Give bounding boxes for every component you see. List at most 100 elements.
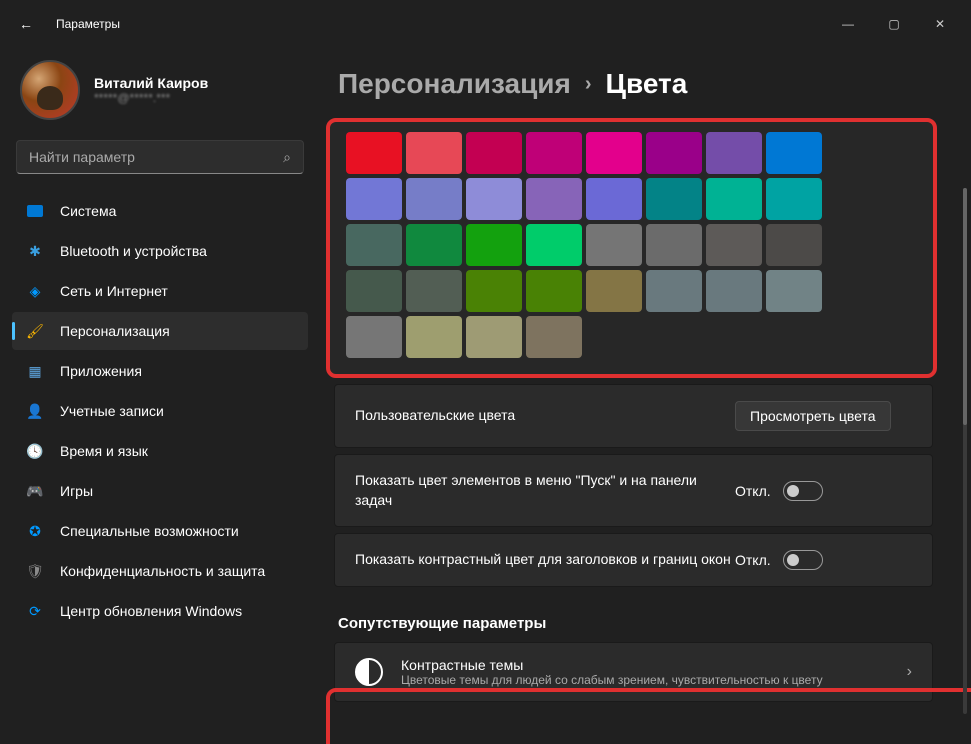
color-swatch[interactable] (406, 178, 462, 220)
color-swatch[interactable] (466, 224, 522, 266)
accessibility-icon: ✪ (26, 522, 44, 540)
search-box[interactable]: ⌕ (16, 140, 304, 174)
color-swatch[interactable] (406, 270, 462, 312)
chevron-right-icon: › (907, 663, 912, 681)
person-icon: 👤 (26, 402, 44, 420)
color-swatch[interactable] (706, 132, 762, 174)
toggle-state: Откл. (735, 483, 771, 499)
show-accent-start-row: Показать цвет элементов в меню "Пуск" и … (334, 454, 933, 527)
nav-item-privacy[interactable]: 🛡Конфиденциальность и защита (12, 552, 308, 590)
nav-label: Приложения (60, 363, 142, 379)
color-swatch[interactable] (586, 270, 642, 312)
nav-item-update[interactable]: ⟳Центр обновления Windows (12, 592, 308, 630)
bluetooth-icon: ✱ (26, 242, 44, 260)
window-title: Параметры (56, 17, 120, 31)
nav-item-personalization[interactable]: 🖌Персонализация (12, 312, 308, 350)
color-swatch[interactable] (346, 224, 402, 266)
color-swatch[interactable] (706, 270, 762, 312)
gamepad-icon: 🎮 (26, 482, 44, 500)
color-swatch[interactable] (586, 224, 642, 266)
color-swatch[interactable] (526, 224, 582, 266)
color-swatch[interactable] (466, 316, 522, 358)
custom-colors-row: Пользовательские цвета Просмотреть цвета (334, 384, 933, 448)
color-swatch[interactable] (766, 224, 822, 266)
nav-item-gaming[interactable]: 🎮 Игры (12, 472, 308, 510)
setting-label: Показать контрастный цвет для заголовков… (355, 550, 735, 570)
search-input[interactable] (29, 149, 283, 165)
color-swatch[interactable] (406, 224, 462, 266)
color-swatch[interactable] (646, 178, 702, 220)
nav-label: Сеть и Интернет (60, 283, 168, 299)
color-swatch[interactable] (346, 270, 402, 312)
search-icon: ⌕ (283, 149, 291, 166)
brush-icon: 🖌 (26, 322, 44, 340)
color-swatch[interactable] (346, 316, 402, 358)
profile[interactable]: Виталий Каиров *****@*****.*** (12, 48, 308, 140)
color-swatch[interactable] (706, 178, 762, 220)
nav-label: Специальные возможности (60, 523, 239, 539)
color-swatch[interactable] (646, 224, 702, 266)
related-heading: Сопутствующие параметры (338, 615, 947, 632)
color-swatch[interactable] (766, 178, 822, 220)
color-swatch[interactable] (406, 316, 462, 358)
nav-label: Время и язык (60, 443, 148, 459)
nav-item-bluetooth[interactable]: ✱ Bluetooth и устройства (12, 232, 308, 270)
color-swatch[interactable] (526, 270, 582, 312)
color-swatch[interactable] (766, 270, 822, 312)
contrast-themes-row[interactable]: Контрастные темы Цветовые темы для людей… (334, 642, 933, 702)
accent-color-grid (326, 118, 937, 378)
toggle-switch[interactable] (783, 481, 823, 501)
nav-item-network[interactable]: ◈ Сеть и Интернет (12, 272, 308, 310)
color-swatch[interactable] (406, 132, 462, 174)
toggle-switch[interactable] (783, 550, 823, 570)
profile-name: Виталий Каиров (94, 75, 208, 91)
contrast-icon (355, 658, 383, 686)
close-button[interactable]: ✕ (917, 8, 963, 40)
color-swatch[interactable] (646, 132, 702, 174)
color-swatch[interactable] (466, 270, 522, 312)
show-accent-titlebar-row: Показать контрастный цвет для заголовков… (334, 533, 933, 587)
chevron-right-icon: › (585, 73, 592, 96)
nav-label: Конфиденциальность и защита (60, 563, 265, 579)
nav-item-time[interactable]: 🕓 Время и язык (12, 432, 308, 470)
breadcrumb-parent[interactable]: Персонализация (338, 68, 571, 100)
related-subtitle: Цветовые темы для людей со слабым зрение… (401, 673, 889, 687)
nav-label: Bluetooth и устройства (60, 243, 207, 259)
color-swatch[interactable] (346, 178, 402, 220)
wifi-icon: ◈ (26, 282, 44, 300)
color-swatch[interactable] (526, 178, 582, 220)
titlebar: ← Параметры — ▢ ✕ (0, 0, 971, 48)
sidebar: Виталий Каиров *****@*****.*** ⌕ Система… (0, 48, 320, 744)
profile-email: *****@*****.*** (94, 91, 208, 105)
view-colors-button[interactable]: Просмотреть цвета (735, 401, 891, 431)
back-button[interactable]: ← (8, 6, 44, 42)
scrollbar[interactable] (963, 188, 967, 714)
system-icon (27, 205, 43, 217)
nav-label: Игры (60, 483, 93, 499)
color-swatch[interactable] (526, 316, 582, 358)
color-swatch[interactable] (466, 132, 522, 174)
color-swatch[interactable] (526, 132, 582, 174)
minimize-button[interactable]: — (825, 8, 871, 40)
nav-label: Система (60, 203, 116, 219)
color-swatch[interactable] (586, 178, 642, 220)
color-swatch[interactable] (586, 132, 642, 174)
clock-icon: 🕓 (26, 442, 44, 460)
nav-item-system[interactable]: Система (12, 192, 308, 230)
apps-icon: ▦ (26, 362, 44, 380)
color-swatch[interactable] (706, 224, 762, 266)
nav-list: Система ✱ Bluetooth и устройства ◈ Сеть и … (12, 192, 308, 630)
color-swatch[interactable] (346, 132, 402, 174)
settings-window: ← Параметры — ▢ ✕ Виталий Каиров *****@*… (0, 0, 971, 744)
color-swatch[interactable] (766, 132, 822, 174)
setting-label: Показать цвет элементов в меню "Пуск" и … (355, 471, 735, 510)
related-title: Контрастные темы (401, 657, 889, 673)
nav-item-accessibility[interactable]: ✪ Специальные возможности (12, 512, 308, 550)
main-content: Персонализация › Цвета Пользовательские … (320, 48, 971, 744)
nav-item-apps[interactable]: ▦ Приложения (12, 352, 308, 390)
nav-label: Центр обновления Windows (60, 603, 242, 619)
color-swatch[interactable] (466, 178, 522, 220)
maximize-button[interactable]: ▢ (871, 8, 917, 40)
color-swatch[interactable] (646, 270, 702, 312)
nav-item-accounts[interactable]: 👤Учетные записи (12, 392, 308, 430)
